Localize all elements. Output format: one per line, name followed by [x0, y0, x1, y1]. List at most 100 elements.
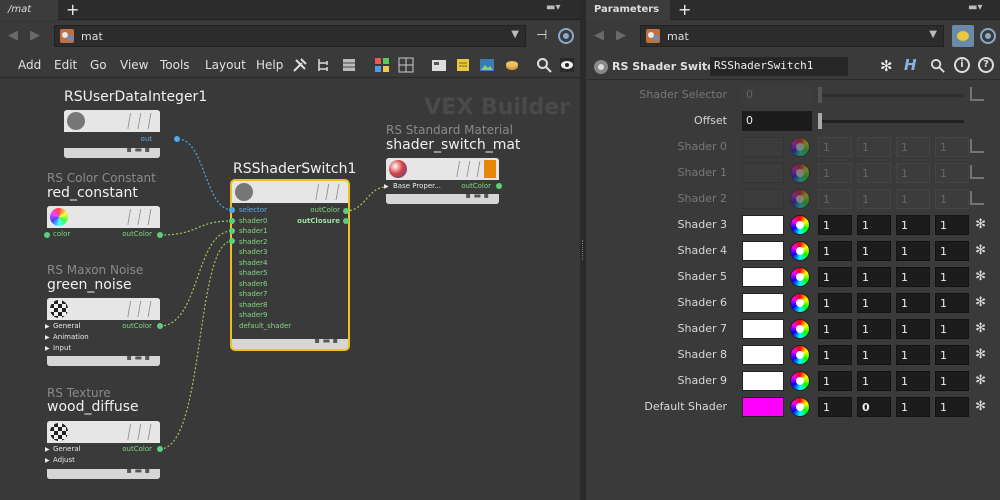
color-swatch[interactable]	[742, 319, 784, 339]
image-icon[interactable]	[479, 57, 495, 73]
node-name-field[interactable]: RSShaderSwitch1	[710, 57, 848, 76]
color-component-field[interactable]: 1	[857, 189, 891, 209]
help-icon[interactable]: ?	[978, 57, 994, 73]
color-component-field[interactable]: 1	[857, 137, 891, 157]
help-h-icon[interactable]: H	[904, 56, 917, 74]
color-component-field[interactable]: 1	[857, 293, 891, 313]
color-swatch[interactable]	[742, 345, 784, 365]
network-box-icon[interactable]	[431, 57, 447, 73]
gear-icon[interactable]: ✻	[880, 57, 893, 75]
gear-icon[interactable]: ✻	[975, 243, 986, 258]
color-component-field[interactable]: 1	[896, 189, 930, 209]
color-component-field[interactable]: 1	[857, 241, 891, 261]
link-icon[interactable]	[980, 28, 996, 44]
menu-view[interactable]: View	[120, 58, 148, 72]
color-component-field[interactable]: 1	[857, 215, 891, 235]
shader-selector-slider[interactable]	[818, 94, 964, 97]
wrench-icon[interactable]	[292, 57, 308, 73]
back-arrow-icon[interactable]: ◀	[594, 28, 604, 43]
port-shader4[interactable]: shader4	[239, 259, 267, 267]
dot-network-icon[interactable]	[504, 57, 520, 73]
output-connector[interactable]	[157, 323, 163, 329]
offset-slider[interactable]	[818, 120, 964, 123]
color-wheel-icon[interactable]	[790, 345, 810, 365]
color-component-field[interactable]: 1	[818, 137, 852, 157]
tab-mat[interactable]: /mat ×	[0, 0, 58, 35]
node-userdata[interactable]: out	[64, 110, 160, 158]
input-connector[interactable]	[229, 207, 235, 213]
gear-icon[interactable]: ✻	[975, 295, 986, 310]
gear-icon[interactable]: ✻	[975, 373, 986, 388]
gear-icon[interactable]: ✻	[975, 399, 986, 414]
color-component-field[interactable]: 1	[935, 137, 969, 157]
output-connector[interactable]	[496, 183, 502, 189]
pin-icon[interactable]	[952, 25, 974, 47]
add-tab-icon[interactable]: +	[678, 0, 691, 20]
pane-menu-icon[interactable]: ▬▾	[546, 2, 560, 18]
color-component-field[interactable]: 1	[935, 319, 969, 339]
display-flag[interactable]	[484, 160, 496, 178]
color-component-field[interactable]: 1	[896, 137, 930, 157]
port-shader0[interactable]: shader0	[239, 217, 267, 225]
info-icon[interactable]: i	[954, 57, 970, 73]
forward-arrow-icon[interactable]: ▶	[30, 28, 40, 43]
port-shader7[interactable]: shader7	[239, 290, 267, 298]
output-connector[interactable]	[174, 136, 180, 142]
network-graph[interactable]: VEX Builder RSUserDataInteger1 out RS Co…	[0, 79, 580, 500]
output-connector[interactable]	[157, 446, 163, 452]
gear-icon[interactable]: ✻	[975, 321, 986, 336]
color-component-field[interactable]: 1	[818, 293, 852, 313]
gear-icon[interactable]: ✻	[975, 269, 986, 284]
slider-knob[interactable]	[818, 113, 822, 129]
color-component-field[interactable]: 1	[818, 267, 852, 287]
network-path-field[interactable]: mat ▼	[54, 25, 526, 47]
port-shader2[interactable]: shader2	[239, 238, 267, 246]
pane-menu-icon[interactable]: ▬▾	[968, 2, 982, 18]
color-component-field[interactable]: 1	[896, 293, 930, 313]
input-general[interactable]: General	[53, 445, 81, 453]
port-shader1[interactable]: shader1	[239, 227, 267, 235]
input-base-properties[interactable]: Base Proper...	[393, 182, 441, 190]
port-outcolor[interactable]: outColor	[310, 206, 340, 214]
color-component-field[interactable]: 1	[935, 267, 969, 287]
color-wheel-icon[interactable]	[790, 189, 810, 209]
color-component-field[interactable]: 1	[935, 241, 969, 261]
node-rs-shader-switch[interactable]: selector shader0 shader1 shader2 shader3…	[230, 179, 350, 351]
parameters-path-field[interactable]: mat ▼	[640, 25, 944, 47]
color-component-field[interactable]: 1	[818, 319, 852, 339]
chevron-down-icon[interactable]: ▼	[929, 29, 937, 40]
color-component-field[interactable]: 1	[896, 163, 930, 183]
node-green-noise[interactable]: ▶ General ▶ Animation ▶ Input outColor	[45, 298, 160, 366]
color-component-field[interactable]: 1	[935, 293, 969, 313]
input-connector[interactable]	[44, 232, 50, 238]
channel-picker-icon[interactable]	[970, 139, 984, 153]
pin-icon[interactable]: ⊣	[536, 28, 547, 43]
offset-field[interactable]: 0	[742, 111, 812, 131]
port-shader9[interactable]: shader9	[239, 311, 267, 319]
color-component-field[interactable]: 1	[896, 397, 930, 417]
color-swatch[interactable]	[742, 241, 784, 261]
color-component-field[interactable]: 1	[935, 397, 969, 417]
node-shader-switch-mat[interactable]: ▶ Base Proper... outColor	[384, 158, 499, 204]
list-view-icon[interactable]	[341, 57, 357, 73]
color-wheel-icon[interactable]	[790, 215, 810, 235]
visibility-eye-icon[interactable]	[559, 57, 575, 73]
add-tab-icon[interactable]: +	[66, 0, 79, 20]
port-default-shader[interactable]: default_shader	[239, 322, 291, 330]
output-connector[interactable]	[343, 218, 349, 224]
channel-picker-icon[interactable]	[970, 165, 984, 179]
color-component-field[interactable]: 1	[818, 163, 852, 183]
link-icon[interactable]	[558, 28, 574, 44]
input-animation[interactable]: Animation	[53, 333, 89, 341]
slider-knob[interactable]	[818, 87, 822, 103]
color-wheel-icon[interactable]	[790, 241, 810, 261]
color-swatch[interactable]	[742, 137, 784, 157]
color-component-field[interactable]: 1	[818, 371, 852, 391]
channel-picker-icon[interactable]	[970, 191, 984, 205]
output-connector[interactable]	[157, 232, 163, 238]
color-component-field[interactable]: 1	[935, 163, 969, 183]
input-adjust[interactable]: Adjust	[53, 456, 75, 464]
color-component-field[interactable]: 1	[896, 371, 930, 391]
color-component-field[interactable]: 1	[857, 163, 891, 183]
port-shader6[interactable]: shader6	[239, 280, 267, 288]
